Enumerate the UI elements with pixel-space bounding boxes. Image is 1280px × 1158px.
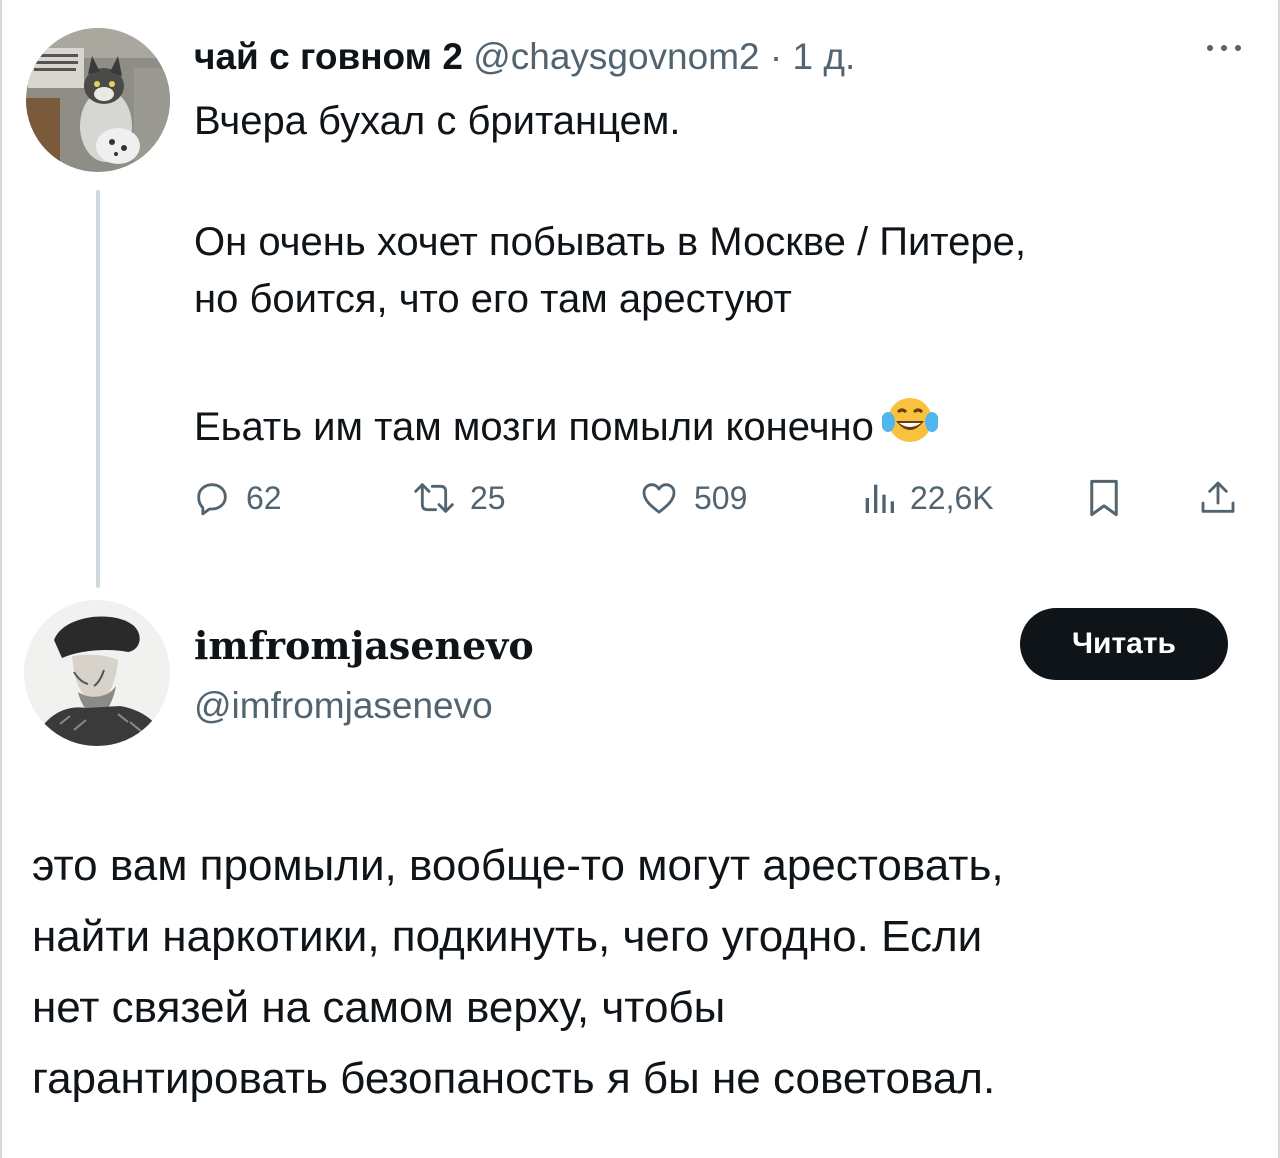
tweet-actions-bar: 62 25 509 22,6K [190, 470, 1250, 526]
share-action[interactable] [1198, 470, 1252, 526]
engraving-portrait-image [24, 600, 170, 746]
tweet-line-2: Он очень хочет побывать в Москве / Питер… [194, 220, 1027, 264]
author-handle[interactable]: @chaysgovnom2 [473, 36, 759, 77]
bookmark-action[interactable] [1086, 470, 1136, 526]
tweet-line-4-row: Еьать им там мозги помыли конечно [194, 394, 939, 460]
tweet-line-3: но боится, что его там арестуют [194, 277, 792, 321]
author-avatar[interactable] [26, 28, 170, 172]
laughing-tears-emoji [880, 394, 939, 460]
retweet-count: 25 [470, 479, 506, 516]
views-chart-icon [865, 484, 894, 513]
reply-text: это вам промыли, вообще-то могут арестов… [32, 830, 1262, 1114]
bookmark-icon [1090, 479, 1118, 517]
tweet-time[interactable]: 1 д. [793, 36, 856, 77]
views-count: 22,6K [910, 479, 994, 516]
like-count: 509 [694, 479, 748, 516]
reply-line-2: найти наркотики, подкинуть, чего угодно.… [32, 912, 983, 961]
tweet-line-4: Еьать им там мозги помыли конечно [194, 405, 874, 449]
heart-icon [642, 483, 676, 514]
reply-line-1: это вам промыли, вообще-то могут арестов… [32, 841, 1004, 890]
reply-icon [197, 483, 227, 516]
header-separator: · [769, 36, 783, 77]
cat-avatar-image [26, 28, 170, 172]
tweet-line-1: Вчера бухал с британцем. [194, 99, 681, 143]
reply-action[interactable]: 62 [192, 470, 282, 526]
views-action[interactable]: 22,6K [862, 470, 994, 526]
reply-author-handle[interactable]: @imfromjasenevo [194, 685, 493, 727]
reply-line-3: нет связей на самом верху, чтобы [32, 983, 726, 1032]
more-dots-icon[interactable] [1204, 30, 1244, 61]
share-icon [1201, 481, 1235, 513]
tweet-header: чай с говном 2 @chaysgovnom2 · 1 д. [194, 36, 855, 78]
reply-author-name[interactable]: imfromjasenevo [194, 623, 534, 668]
author-name[interactable]: чай с говном 2 [194, 36, 463, 77]
left-border [0, 0, 2, 1158]
reply-count: 62 [246, 479, 282, 516]
retweet-icon [414, 483, 454, 513]
like-action[interactable]: 509 [638, 470, 747, 526]
reply-author-avatar[interactable] [24, 600, 170, 746]
reply-line-4: гарантировать безопаность я бы не совето… [32, 1054, 996, 1103]
thread-connector-line [96, 190, 100, 588]
retweet-action[interactable]: 25 [412, 470, 506, 526]
follow-button[interactable]: Читать [1020, 608, 1228, 680]
